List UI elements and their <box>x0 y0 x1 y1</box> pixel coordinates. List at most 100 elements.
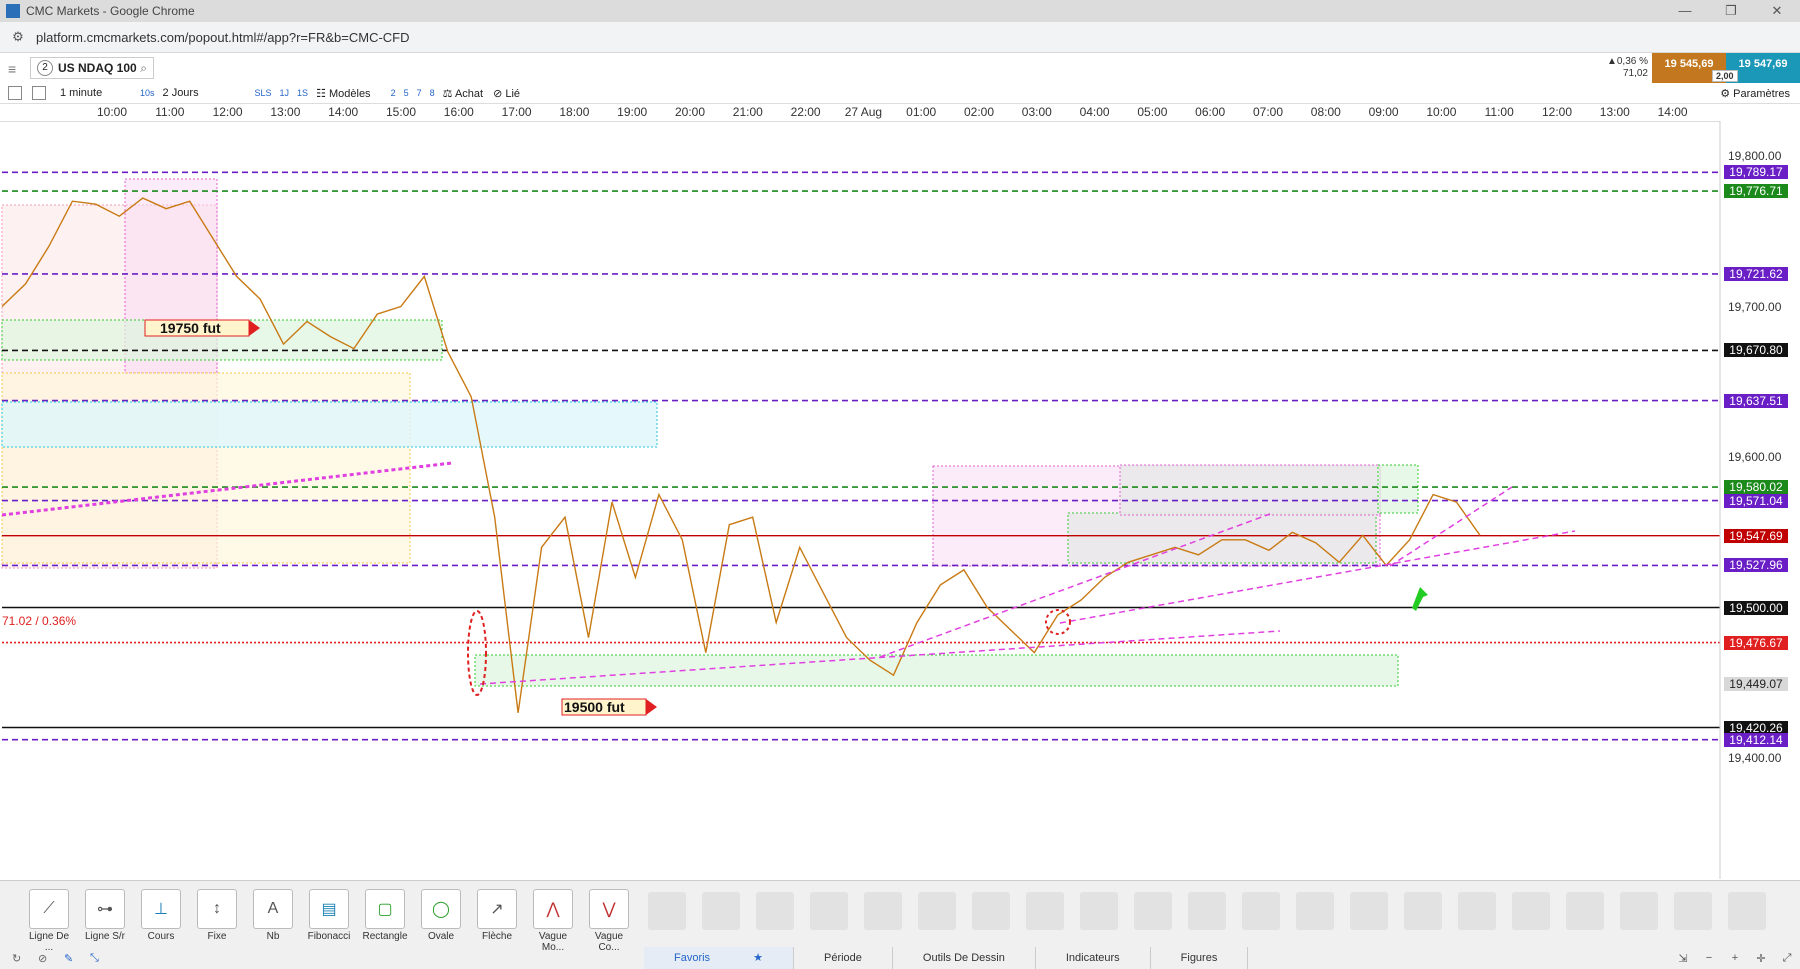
empty-tool-slot[interactable] <box>972 892 1010 930</box>
crosshair-icon[interactable]: ✛ <box>1748 952 1774 965</box>
empty-tool-slot[interactable] <box>1458 892 1496 930</box>
hamburger-menu-icon[interactable]: ≡ <box>8 61 24 77</box>
expand-icon[interactable]: ⇲ <box>1670 952 1696 965</box>
tab-indicators[interactable]: Indicateurs <box>1036 947 1151 969</box>
empty-tool-slot[interactable] <box>864 892 902 930</box>
quick-sls-button[interactable]: SLS <box>255 88 272 98</box>
chart-toolbar: 1 minute 10s 2 Jours SLS 1J 1S ☷ Modèles… <box>0 83 1800 104</box>
tab-period[interactable]: Période <box>794 947 893 969</box>
interval-10s-button[interactable]: 10s <box>140 88 155 98</box>
drawing-tool-label: Fixe <box>207 931 227 942</box>
chart-canvas[interactable] <box>0 114 1800 879</box>
search-icon[interactable]: ⌕ <box>140 61 147 76</box>
drawing-tool[interactable]: ⋁ Vague Co... <box>584 889 634 953</box>
quick-1j-button[interactable]: 1J <box>280 88 290 98</box>
empty-tool-slot[interactable] <box>1080 892 1118 930</box>
time-tick: 14:00 <box>1657 105 1688 119</box>
empty-tool-slot[interactable] <box>1350 892 1388 930</box>
empty-tool-slot[interactable] <box>1296 892 1334 930</box>
price-chart[interactable]: 19750 fut 19500 fut 71.02 / 0.36% 19,800… <box>0 114 1800 879</box>
tab-drawing-tools[interactable]: Outils De Dessin <box>893 947 1036 969</box>
templates-label: Modèles <box>328 87 371 100</box>
templates-button[interactable]: ☷ Modèles <box>316 87 371 100</box>
empty-tool-slot[interactable] <box>1512 892 1550 930</box>
time-tick: 22:00 <box>790 105 821 119</box>
quick-1s-button[interactable]: 1S <box>297 88 308 98</box>
time-axis: 10:00 11:00 12:00 13:00 14:00 15:00 16:00 17:00… <box>0 104 1720 122</box>
empty-tool-slot[interactable] <box>1134 892 1172 930</box>
drawing-tool[interactable]: ⊶ Ligne S/r <box>80 889 130 942</box>
tab-favorites[interactable]: Favoris ★ <box>644 947 794 969</box>
level-price-label: 19,580.02 <box>1724 480 1788 495</box>
drawing-tool[interactable]: ⋀ Vague Mo... <box>528 889 578 953</box>
minimize-button[interactable]: — <box>1662 3 1708 19</box>
preset-5-button[interactable]: 5 <box>404 88 409 98</box>
drawing-tool[interactable]: ↕ Fixe <box>192 889 242 942</box>
bottom-tab-bar: ↻ ⊘ ✎ ⤡ Favoris ★ Période Outils De Dess… <box>0 947 1800 969</box>
zoom-out-icon[interactable]: − <box>1696 952 1722 965</box>
cursor-icon[interactable]: ⤡ <box>90 952 104 965</box>
drawing-tool-label: Ovale <box>427 931 455 942</box>
close-button[interactable]: ✕ <box>1754 3 1800 19</box>
time-tick: 05:00 <box>1137 105 1168 119</box>
buy-toggle-label: Achat <box>454 87 484 100</box>
preset-8-button[interactable]: 8 <box>430 88 435 98</box>
buy-price-button[interactable]: 19 547,69 2,00 <box>1712 53 1800 83</box>
empty-tool-slot[interactable] <box>918 892 956 930</box>
settings-button[interactable]: ⚙ Paramètres <box>1720 87 1790 100</box>
drawing-tool[interactable]: ↗ Flèche <box>472 889 522 942</box>
level-price-label: 19,412.14 <box>1724 732 1788 747</box>
time-tick: 14:00 <box>328 105 359 119</box>
refresh-icon[interactable]: ↻ <box>12 952 26 965</box>
empty-tool-slot[interactable] <box>702 892 740 930</box>
empty-tool-slot[interactable] <box>1026 892 1064 930</box>
range-dropdown[interactable]: 2 Jours <box>163 87 245 99</box>
support-marker-circle <box>1045 609 1071 635</box>
instrument-selector[interactable]: 2 US NDAQ 100 ⌕ <box>30 57 154 79</box>
fit-icon[interactable]: ⤢ <box>1774 952 1800 965</box>
pencil-icon[interactable]: ✎ <box>64 952 78 965</box>
empty-tool-slot[interactable] <box>1404 892 1442 930</box>
zone-cyan <box>1 401 658 448</box>
empty-tool-slot[interactable] <box>1620 892 1658 930</box>
empty-tool-slot[interactable] <box>1566 892 1604 930</box>
tab-figures[interactable]: Figures <box>1151 947 1249 969</box>
drawing-tool[interactable]: ⊥ Cours <box>136 889 186 942</box>
interval-dropdown[interactable]: 1 minute <box>60 87 130 99</box>
url-text[interactable]: platform.cmcmarkets.com/popout.html#/app… <box>36 30 410 45</box>
price-tick-label: 19,600.00 <box>1728 450 1782 464</box>
empty-tool-slot[interactable] <box>1728 892 1766 930</box>
grid-layout-icon[interactable] <box>32 86 46 100</box>
drawing-tool[interactable]: ▢ Rectangle <box>360 889 410 942</box>
empty-tool-slot[interactable] <box>756 892 794 930</box>
drawing-tool-label: Ligne S/r <box>84 931 126 942</box>
drawing-tool-icon: ⋁ <box>589 889 629 929</box>
drawing-tool[interactable]: ◯ Ovale <box>416 889 466 942</box>
buy-toggle[interactable]: ⚖ Achat <box>443 87 483 100</box>
empty-tool-slot[interactable] <box>1674 892 1712 930</box>
spread-badge: 2,00 <box>1712 70 1738 82</box>
linked-toggle[interactable]: ⊘ Lié <box>493 87 520 100</box>
address-bar[interactable]: ⚙ platform.cmcmarkets.com/popout.html#/a… <box>0 22 1800 53</box>
site-settings-icon[interactable]: ⚙ <box>10 29 26 45</box>
level-price-label: 19,476.67 <box>1724 635 1788 650</box>
drawing-tool-icon: ▢ <box>365 889 405 929</box>
preset-7-button[interactable]: 7 <box>417 88 422 98</box>
empty-tool-slot[interactable] <box>1242 892 1280 930</box>
level-price-label: 19,721.62 <box>1724 266 1788 281</box>
drawing-tool[interactable]: A Nb <box>248 889 298 942</box>
annotation-19750-label: 19750 fut <box>160 320 221 336</box>
empty-tool-slot[interactable] <box>810 892 848 930</box>
annotation-19500-label: 19500 fut <box>564 699 625 715</box>
drawing-tool[interactable]: ⟋ Ligne De ... <box>24 889 74 953</box>
window-titlebar: CMC Markets - Google Chrome — ❐ ✕ <box>0 0 1800 22</box>
block-icon[interactable]: ⊘ <box>38 952 52 965</box>
price-tick-label: 19,800.00 <box>1728 149 1782 163</box>
drawing-tool[interactable]: ▤ Fibonacci <box>304 889 354 942</box>
empty-tool-slot[interactable] <box>648 892 686 930</box>
preset-2-button[interactable]: 2 <box>391 88 396 98</box>
zoom-in-icon[interactable]: + <box>1722 952 1748 965</box>
layout-icon[interactable] <box>8 86 22 100</box>
restore-button[interactable]: ❐ <box>1708 3 1754 19</box>
empty-tool-slot[interactable] <box>1188 892 1226 930</box>
